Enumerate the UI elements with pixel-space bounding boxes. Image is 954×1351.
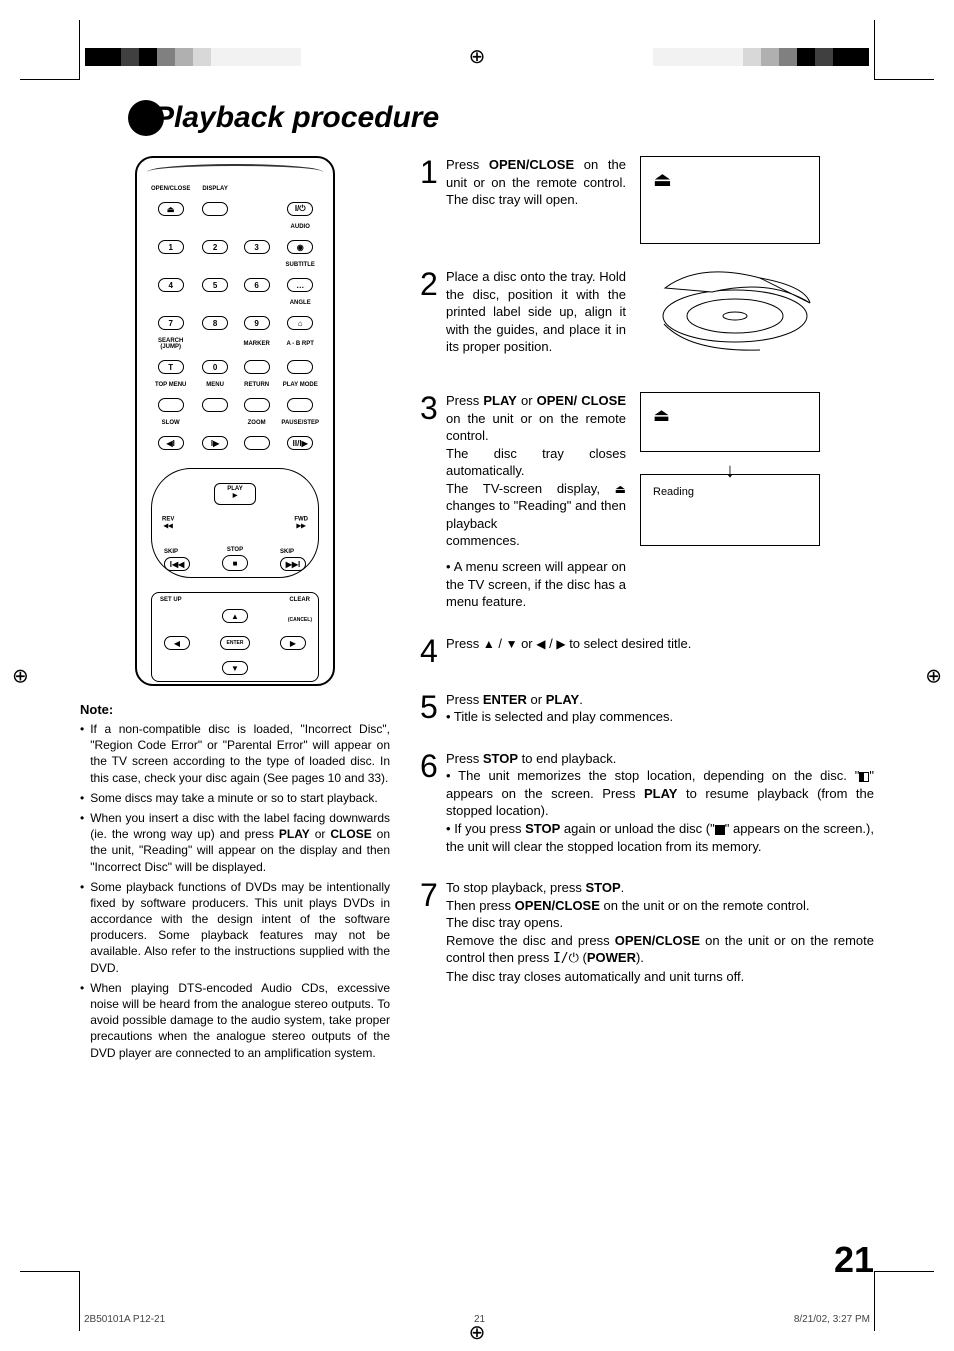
step-5: 5 Press ENTER or PLAY.• Title is selecte… — [420, 691, 874, 726]
step-2: 2 Place a disc onto the tray. Hold the d… — [420, 268, 874, 368]
page-number: 21 — [834, 1239, 874, 1281]
footer-center: 21 — [474, 1314, 485, 1325]
step-1: 1 Press OPEN/CLOSE on the unit or on the… — [420, 156, 874, 244]
footer-right: 8/21/02, 3:27 PM — [794, 1314, 870, 1325]
full-stop-icon — [715, 825, 725, 835]
illustration-tray-open: ⏏ — [640, 156, 820, 244]
reading-label: Reading — [653, 486, 694, 498]
note-item: Some discs may take a minute or so to st… — [80, 790, 390, 806]
half-stop-icon — [859, 772, 869, 782]
notes-heading: Note: — [80, 702, 390, 717]
eject-icon: ⏏ — [653, 167, 672, 194]
note-item: Some playback functions of DVDs may be i… — [80, 879, 390, 976]
footer-left: 2B50101A P12-21 — [84, 1314, 165, 1325]
note-item: When you insert a disc with the label fa… — [80, 810, 390, 875]
page-title-wrap: Playback procedure — [128, 100, 874, 136]
note-item: When playing DTS-encoded Audio CDs, exce… — [80, 980, 390, 1061]
eject-icon: ⏏ — [653, 403, 670, 427]
illustration-place-disc — [640, 268, 820, 368]
footer: 2B50101A P12-21 21 8/21/02, 3:27 PM — [80, 1314, 874, 1325]
notes-section: Note: If a non-compatible disc is loaded… — [80, 702, 390, 1061]
illustration-reading-screen: ⏏ ↓ Reading — [640, 392, 820, 611]
step-4: 4 Press ▲ / ▼ or ◀ / ▶ to select desired… — [420, 635, 874, 667]
step-6: 6 Press STOP to end playback. • The unit… — [420, 750, 874, 855]
step-7: 7 To stop playback, press STOP. Then pre… — [420, 879, 874, 985]
step-3: 3 Press PLAY or OPEN/ CLOSE on the unit … — [420, 392, 874, 611]
arrow-down-icon: ↓ — [725, 458, 735, 485]
page-title: Playback procedure — [154, 101, 439, 135]
note-item: If a non-compatible disc is loaded, "Inc… — [80, 721, 390, 786]
remote-control-diagram: OPEN/CLOSE DISPLAY ⏏ I/⏻ AUDIO 1 2 3 ◉ — [135, 156, 335, 686]
